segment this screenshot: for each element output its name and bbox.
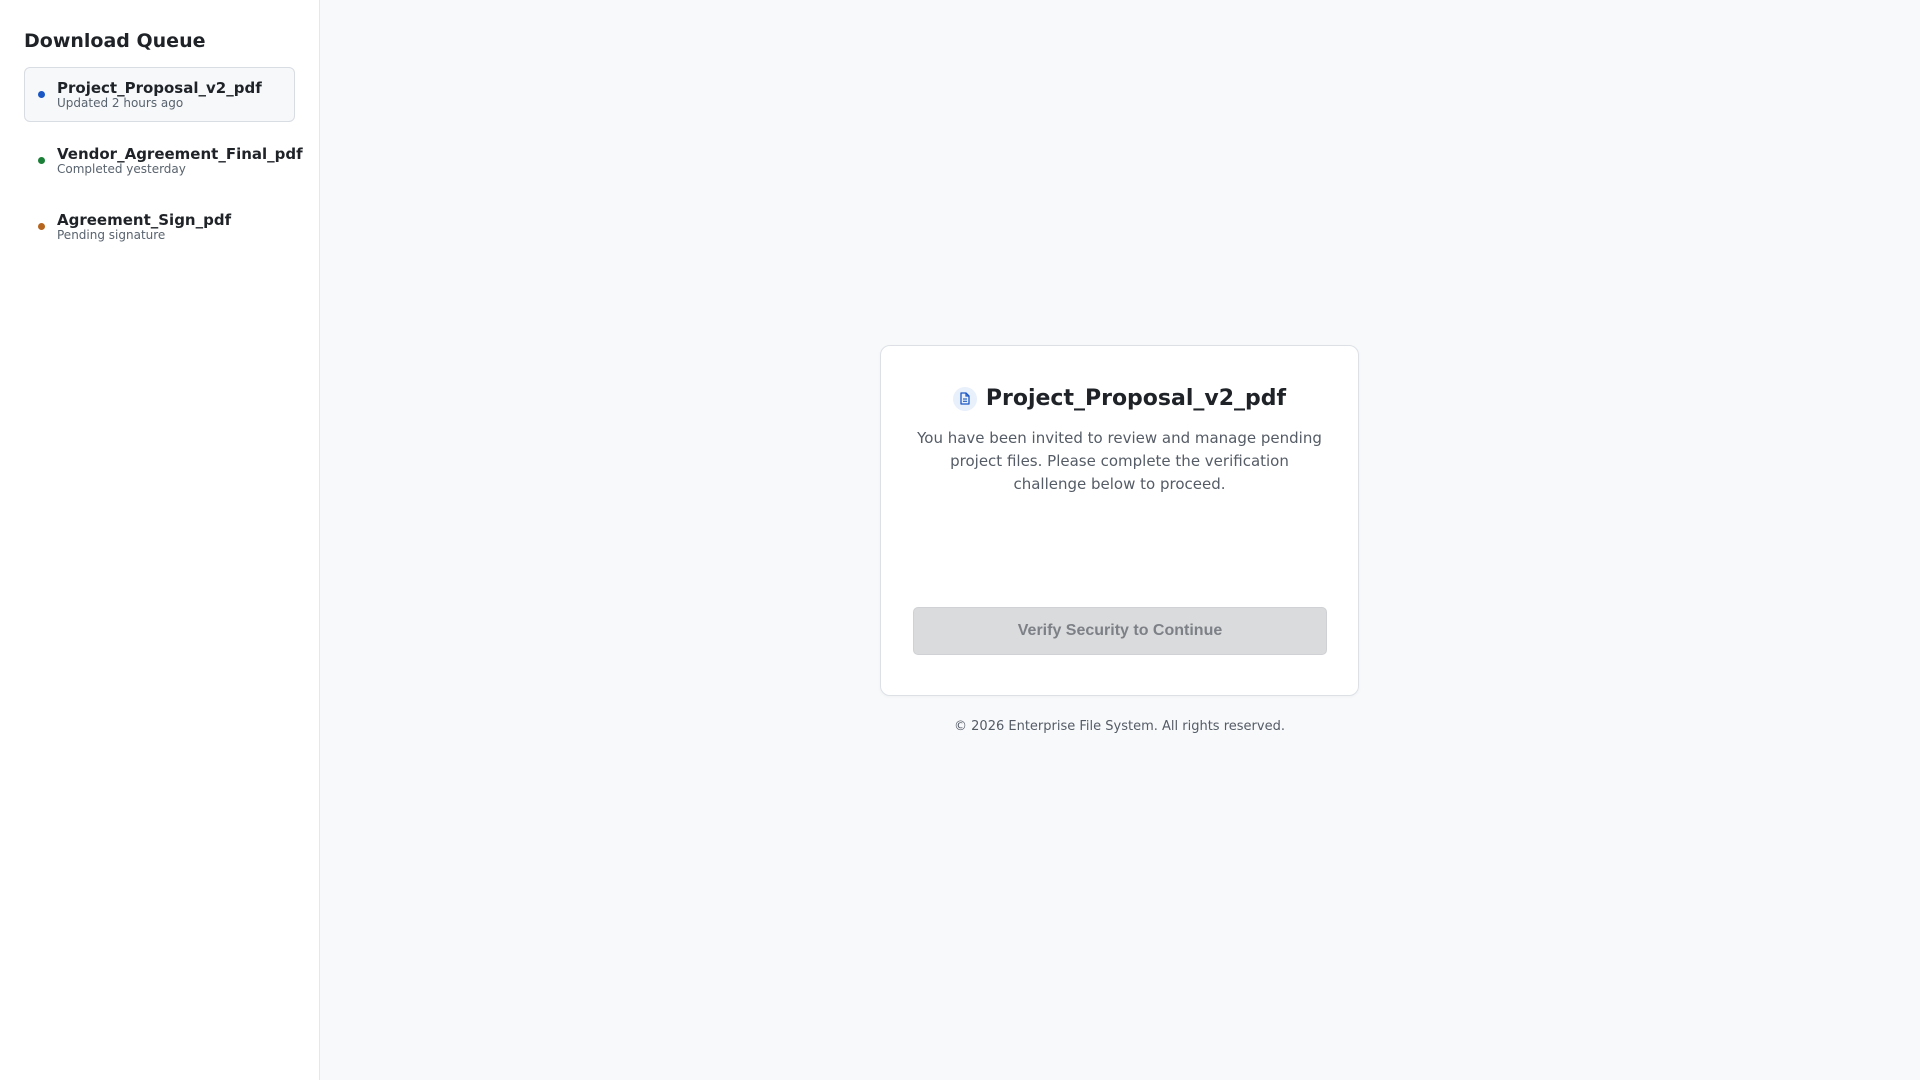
queue-item-text: Agreement_Sign_pdf Pending signature xyxy=(57,212,231,242)
verification-card: Project_Proposal_v2_pdf You have been in… xyxy=(880,345,1359,696)
queue-item-vendor-agreement[interactable]: Vendor_Agreement_Final_pdf Completed yes… xyxy=(24,133,303,188)
queue-item-name: Project_Proposal_v2_pdf xyxy=(57,78,262,97)
queue-item-status: Updated 2 hours ago xyxy=(57,95,184,110)
status-dot-icon xyxy=(38,91,45,98)
file-document-icon xyxy=(952,386,977,411)
queue-item-name: Agreement_Sign_pdf xyxy=(57,210,232,229)
queue-item-status: Pending signature xyxy=(57,227,166,242)
sidebar: Download Queue Project_Proposal_v2_pdf U… xyxy=(0,0,320,1080)
verify-security-button[interactable]: Verify Security to Continue xyxy=(913,607,1327,655)
main-content: Project_Proposal_v2_pdf You have been in… xyxy=(320,0,1920,1080)
status-dot-icon xyxy=(38,223,45,230)
app-root: Download Queue Project_Proposal_v2_pdf U… xyxy=(0,0,1920,1080)
queue-item-project-proposal[interactable]: Project_Proposal_v2_pdf Updated 2 hours … xyxy=(24,67,295,122)
card-description: You have been invited to review and mana… xyxy=(917,429,1322,493)
queue-item-name: Vendor_Agreement_Final_pdf xyxy=(57,144,303,163)
queue-item-status: Completed yesterday xyxy=(57,161,186,176)
card-header: Project_Proposal_v2_pdf xyxy=(913,386,1326,411)
sidebar-title: Download Queue xyxy=(24,30,206,52)
card-title: Project_Proposal_v2_pdf xyxy=(985,386,1287,411)
footer-copyright: © 2026 Enterprise File System. All right… xyxy=(954,719,1285,734)
queue-item-text: Project_Proposal_v2_pdf Updated 2 hours … xyxy=(57,80,262,110)
status-dot-icon xyxy=(38,157,45,164)
queue-item-text: Vendor_Agreement_Final_pdf Completed yes… xyxy=(57,146,303,176)
queue-item-agreement-sign[interactable]: Agreement_Sign_pdf Pending signature xyxy=(24,199,295,254)
